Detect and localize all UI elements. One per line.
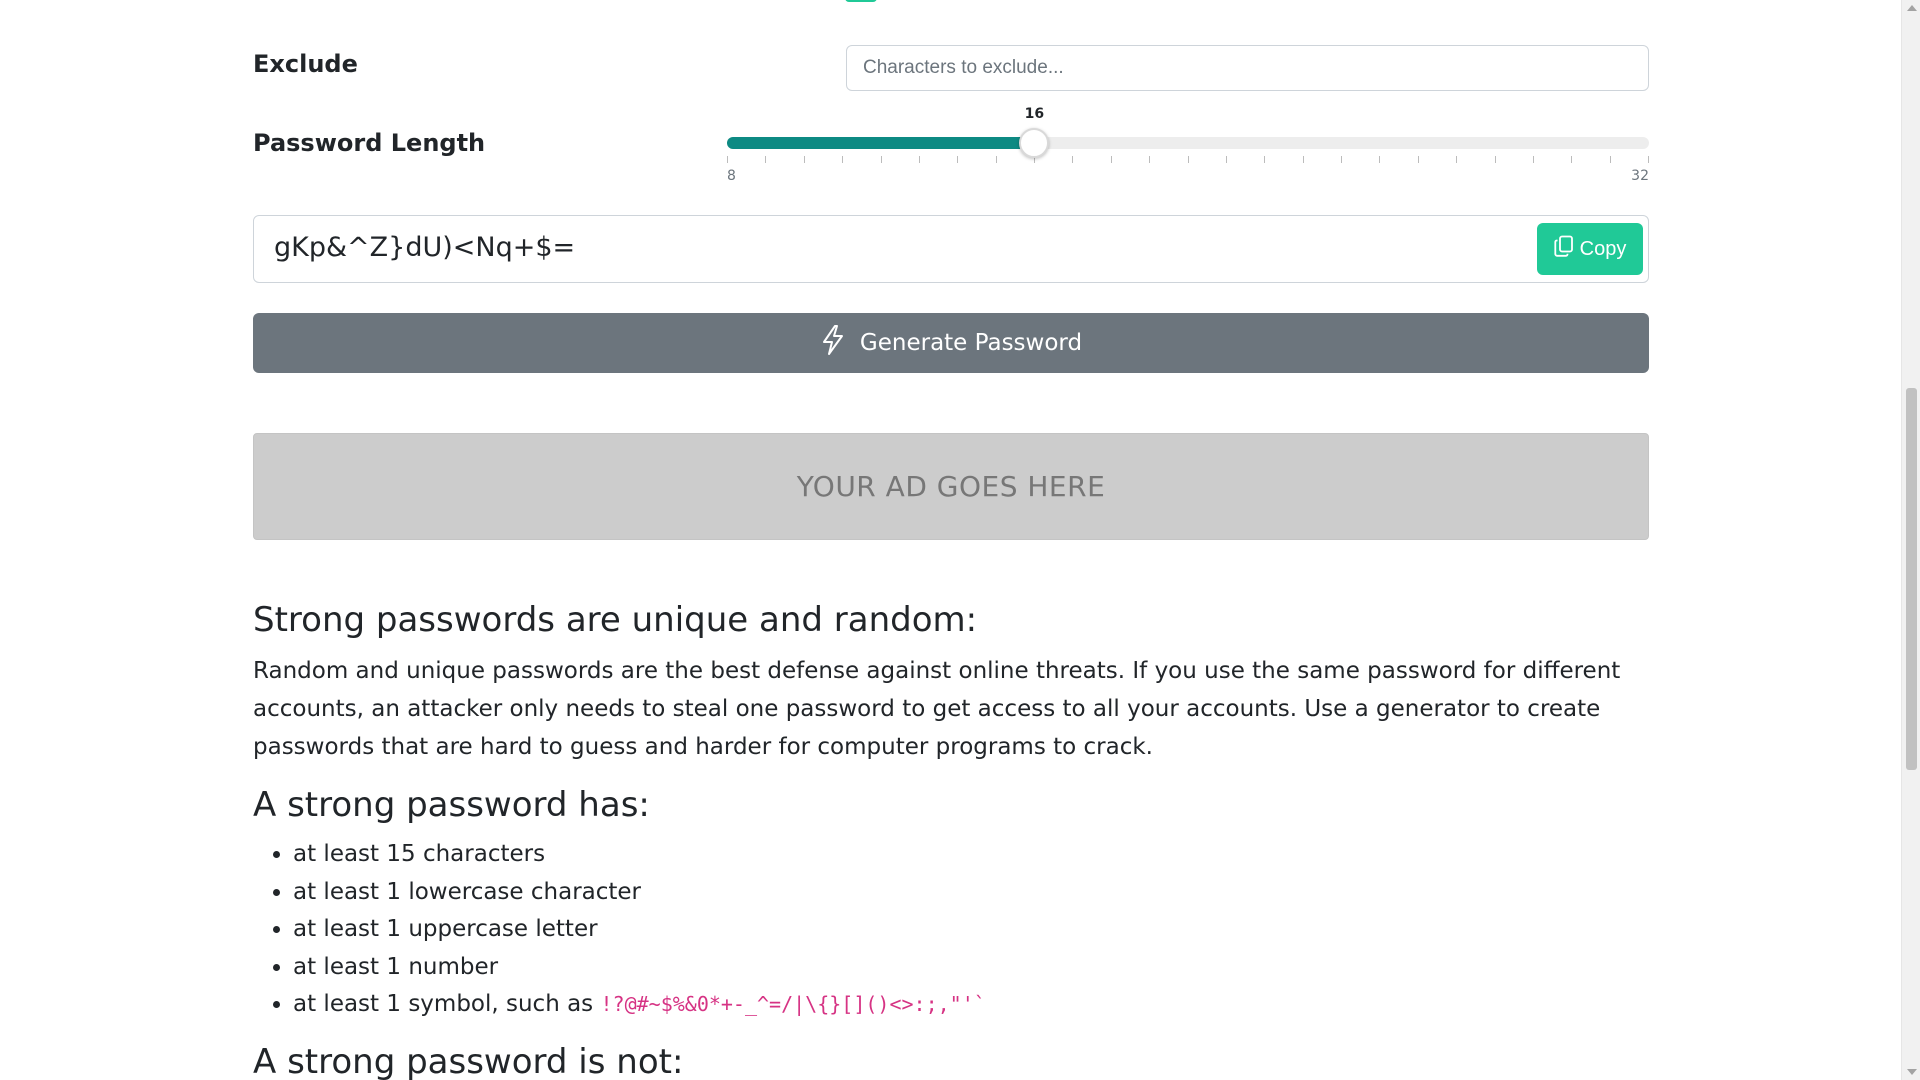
slider-tick	[995, 156, 997, 163]
exclude-label: Exclude	[253, 50, 358, 78]
slider-tick	[1072, 156, 1074, 163]
page-scrollbar[interactable]	[1901, 0, 1920, 1080]
list-item: at least 1 symbol, such as !?@#~$%&0*+-_…	[293, 986, 986, 1024]
slider-tick	[1609, 156, 1611, 163]
slider-tick	[842, 156, 844, 163]
slider-tick	[1417, 156, 1419, 163]
scroll-down-icon[interactable]	[1907, 1069, 1917, 1075]
heading-strong-password-is-not: A strong password is not:	[253, 1042, 684, 1080]
copy-button[interactable]: Copy	[1537, 223, 1643, 275]
slider-thumb[interactable]	[1019, 128, 1050, 158]
heading-strong-password-has: A strong password has:	[253, 785, 650, 825]
slider-tick	[1110, 156, 1112, 163]
generate-password-button[interactable]: Generate Password	[253, 313, 1649, 373]
slider-current-value: 16	[1024, 106, 1045, 122]
list-item: at least 15 characters	[293, 836, 986, 874]
slider-tick	[918, 156, 920, 163]
slider-tick	[1648, 156, 1649, 163]
list-item: at least 1 lowercase character	[293, 874, 986, 912]
list-item: at least 1 uppercase letter	[293, 911, 986, 949]
slider-tick	[803, 156, 805, 163]
slider-tick	[1456, 156, 1458, 163]
requirement-text: at least 1 uppercase letter	[293, 916, 598, 942]
slider-tick	[957, 156, 959, 163]
copy-button-label: Copy	[1579, 237, 1627, 260]
heading-unique-random: Strong passwords are unique and random:	[253, 600, 978, 640]
slider-tick	[1264, 156, 1266, 163]
paragraph-unique-random: Random and unique passwords are the best…	[253, 658, 1621, 760]
requirement-text: at least 15 characters	[293, 841, 546, 867]
requirement-text: at least 1 symbol, such as	[293, 991, 601, 1017]
slider-tick	[1225, 156, 1227, 163]
slider-max-label: 32	[1631, 168, 1649, 184]
slider-fill	[727, 137, 1035, 149]
slider-tick	[1341, 156, 1342, 163]
options-toggle[interactable]	[845, 0, 877, 2]
password-generator-page: Exclude Password Length 16 8 32 gKp&^Z}d…	[0, 0, 1920, 1080]
generate-button-label: Generate Password	[859, 330, 1083, 356]
slider-tick	[1532, 156, 1534, 163]
slider-tick	[765, 156, 767, 163]
symbol-examples: !?@#~$%&0*+-_^=/|\{}[]()<>:;,"'`	[600, 992, 986, 1016]
requirements-list: at least 15 characters at least 1 lowerc…	[293, 836, 986, 1024]
generated-password-text[interactable]: gKp&^Z}dU)<Nq+$=	[274, 232, 575, 263]
slider-track[interactable]	[727, 137, 1649, 149]
slider-tick	[1379, 156, 1381, 163]
slider-tick	[1149, 156, 1151, 163]
slider-tick	[1187, 156, 1189, 163]
slider-tick	[1302, 156, 1304, 163]
lightning-icon	[820, 324, 846, 362]
password-length-slider[interactable]: 16 8 32	[727, 104, 1649, 188]
slider-min-label: 8	[727, 168, 736, 184]
requirement-text: at least 1 lowercase character	[293, 878, 642, 905]
slider-tick	[880, 156, 882, 163]
ad-text: YOUR AD GOES HERE	[796, 470, 1106, 503]
copy-icon	[1554, 235, 1574, 263]
slider-tick	[1494, 156, 1496, 163]
exclude-input[interactable]	[846, 45, 1649, 91]
slider-tick	[1571, 156, 1573, 163]
slider-tick	[727, 156, 728, 163]
scroll-up-icon[interactable]	[1907, 5, 1917, 11]
list-item: at least 1 number	[293, 949, 986, 987]
generated-password-field[interactable]: gKp&^Z}dU)<Nq+$= Copy	[253, 215, 1649, 283]
scrollbar-thumb[interactable]	[1906, 388, 1917, 770]
requirement-text: at least 1 number	[293, 953, 499, 980]
ad-placeholder: YOUR AD GOES HERE	[253, 433, 1649, 540]
password-length-label: Password Length	[253, 129, 486, 157]
